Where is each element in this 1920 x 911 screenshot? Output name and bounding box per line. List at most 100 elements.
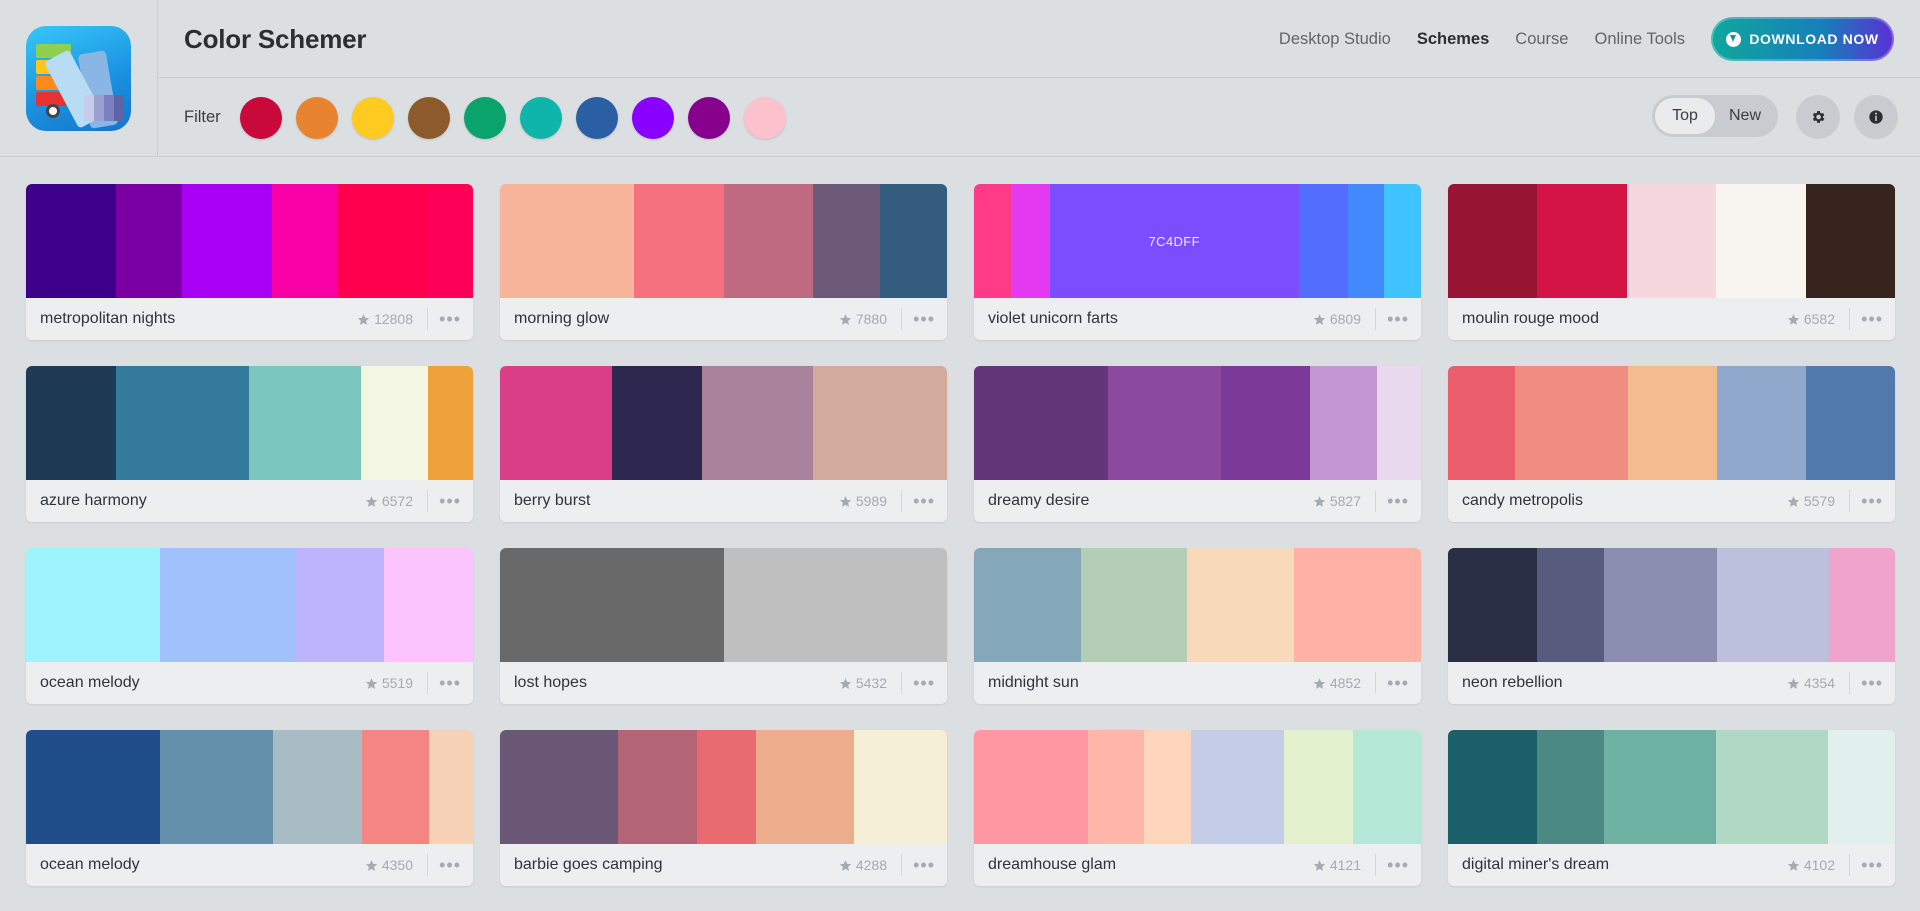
filter-color-dot[interactable] bbox=[688, 97, 730, 139]
more-icon[interactable]: ••• bbox=[439, 492, 461, 510]
color-swatch[interactable] bbox=[1293, 548, 1421, 662]
more-icon[interactable]: ••• bbox=[913, 856, 935, 874]
scheme-name[interactable]: berry burst bbox=[514, 492, 590, 510]
color-swatch[interactable] bbox=[1716, 730, 1828, 844]
color-swatch[interactable] bbox=[181, 184, 273, 298]
color-swatch[interactable] bbox=[755, 730, 854, 844]
scheme-name[interactable]: barbie goes camping bbox=[514, 856, 663, 874]
more-icon[interactable]: ••• bbox=[439, 856, 461, 874]
color-swatch[interactable] bbox=[1377, 366, 1421, 480]
filter-color-dot[interactable] bbox=[352, 97, 394, 139]
scheme-name[interactable]: metropolitan nights bbox=[40, 310, 175, 328]
color-swatch[interactable] bbox=[1537, 184, 1627, 298]
like-button[interactable]: 7880 bbox=[839, 311, 887, 327]
color-swatch[interactable] bbox=[1716, 184, 1806, 298]
color-swatch[interactable] bbox=[612, 366, 702, 480]
scheme-name[interactable]: candy metropolis bbox=[1462, 492, 1583, 510]
scheme-name[interactable]: ocean melody bbox=[40, 674, 140, 692]
color-swatch[interactable] bbox=[1010, 184, 1050, 298]
color-swatch[interactable] bbox=[1537, 730, 1605, 844]
scheme-card[interactable]: morning glow 7880 ••• bbox=[500, 184, 947, 340]
like-button[interactable]: 5432 bbox=[839, 675, 887, 691]
scheme-card[interactable]: 7C4DFF violet unicorn farts 6809 ••• bbox=[974, 184, 1421, 340]
color-swatch[interactable] bbox=[974, 548, 1081, 662]
color-swatch[interactable] bbox=[383, 548, 473, 662]
color-swatch[interactable] bbox=[1347, 184, 1385, 298]
filter-color-dot[interactable] bbox=[240, 97, 282, 139]
like-button[interactable]: 5989 bbox=[839, 493, 887, 509]
scheme-card[interactable]: digital miner's dream 4102 ••• bbox=[1448, 730, 1895, 886]
nav-desktop-studio[interactable]: Desktop Studio bbox=[1279, 30, 1391, 49]
color-swatch[interactable] bbox=[879, 184, 947, 298]
sort-top-option[interactable]: Top bbox=[1655, 98, 1715, 134]
app-logo[interactable] bbox=[26, 26, 131, 131]
color-swatch[interactable] bbox=[1448, 548, 1538, 662]
color-swatch[interactable] bbox=[1448, 184, 1538, 298]
scheme-name[interactable]: lost hopes bbox=[514, 674, 587, 692]
nav-schemes[interactable]: Schemes bbox=[1417, 30, 1489, 49]
filter-color-dot[interactable] bbox=[632, 97, 674, 139]
color-swatch[interactable] bbox=[1108, 366, 1221, 480]
color-swatch[interactable] bbox=[160, 730, 273, 844]
color-swatch[interactable] bbox=[1829, 548, 1895, 662]
color-swatch[interactable] bbox=[1144, 730, 1191, 844]
filter-color-dot[interactable] bbox=[296, 97, 338, 139]
scheme-name[interactable]: dreamhouse glam bbox=[988, 856, 1116, 874]
color-swatch[interactable] bbox=[1604, 730, 1717, 844]
color-swatch[interactable] bbox=[500, 548, 724, 662]
color-swatch[interactable] bbox=[974, 730, 1088, 844]
scheme-name[interactable]: morning glow bbox=[514, 310, 609, 328]
like-button[interactable]: 4354 bbox=[1787, 675, 1835, 691]
color-swatch[interactable] bbox=[294, 548, 384, 662]
color-swatch[interactable] bbox=[500, 366, 613, 480]
color-swatch[interactable] bbox=[723, 184, 813, 298]
scheme-name[interactable]: neon rebellion bbox=[1462, 674, 1563, 692]
scheme-card[interactable]: berry burst 5989 ••• bbox=[500, 366, 947, 522]
more-icon[interactable]: ••• bbox=[1387, 310, 1409, 328]
color-swatch[interactable] bbox=[1187, 548, 1294, 662]
color-swatch[interactable] bbox=[361, 730, 430, 844]
nav-online-tools[interactable]: Online Tools bbox=[1594, 30, 1685, 49]
scheme-name[interactable]: digital miner's dream bbox=[1462, 856, 1609, 874]
scheme-name[interactable]: dreamy desire bbox=[988, 492, 1089, 510]
color-swatch[interactable] bbox=[1537, 548, 1605, 662]
nav-course[interactable]: Course bbox=[1515, 30, 1568, 49]
color-swatch[interactable] bbox=[26, 730, 161, 844]
like-button[interactable]: 4102 bbox=[1787, 857, 1835, 873]
color-swatch[interactable] bbox=[116, 366, 249, 480]
scheme-card[interactable]: moulin rouge mood 6582 ••• bbox=[1448, 184, 1895, 340]
color-swatch[interactable] bbox=[1626, 184, 1717, 298]
filter-color-dot[interactable] bbox=[744, 97, 786, 139]
more-icon[interactable]: ••• bbox=[1387, 492, 1409, 510]
color-swatch[interactable] bbox=[1298, 184, 1348, 298]
color-swatch[interactable] bbox=[26, 366, 117, 480]
scheme-card[interactable]: dreamy desire 5827 ••• bbox=[974, 366, 1421, 522]
color-swatch[interactable] bbox=[812, 366, 947, 480]
color-swatch[interactable] bbox=[427, 184, 473, 298]
scheme-name[interactable]: ocean melody bbox=[40, 856, 140, 874]
color-swatch[interactable] bbox=[1352, 730, 1421, 844]
color-swatch[interactable] bbox=[1384, 184, 1421, 298]
scheme-card[interactable]: ocean melody 5519 ••• bbox=[26, 548, 473, 704]
color-swatch[interactable] bbox=[1087, 730, 1145, 844]
color-swatch[interactable] bbox=[974, 184, 1011, 298]
color-swatch[interactable] bbox=[500, 184, 635, 298]
color-swatch[interactable] bbox=[1805, 184, 1895, 298]
color-swatch[interactable] bbox=[1627, 366, 1717, 480]
color-swatch[interactable] bbox=[701, 366, 813, 480]
like-button[interactable]: 6809 bbox=[1313, 311, 1361, 327]
more-icon[interactable]: ••• bbox=[913, 492, 935, 510]
like-button[interactable]: 4350 bbox=[365, 857, 413, 873]
like-button[interactable]: 5827 bbox=[1313, 493, 1361, 509]
filter-color-dot[interactable] bbox=[464, 97, 506, 139]
more-icon[interactable]: ••• bbox=[1861, 856, 1883, 874]
more-icon[interactable]: ••• bbox=[1861, 492, 1883, 510]
like-button[interactable]: 6582 bbox=[1787, 311, 1835, 327]
color-swatch[interactable] bbox=[1827, 730, 1895, 844]
color-swatch[interactable] bbox=[248, 366, 361, 480]
color-swatch[interactable] bbox=[1283, 730, 1353, 844]
color-swatch[interactable] bbox=[1604, 548, 1717, 662]
sort-new-option[interactable]: New bbox=[1715, 98, 1775, 134]
filter-color-dot[interactable] bbox=[520, 97, 562, 139]
color-swatch[interactable]: 7C4DFF bbox=[1049, 184, 1299, 298]
